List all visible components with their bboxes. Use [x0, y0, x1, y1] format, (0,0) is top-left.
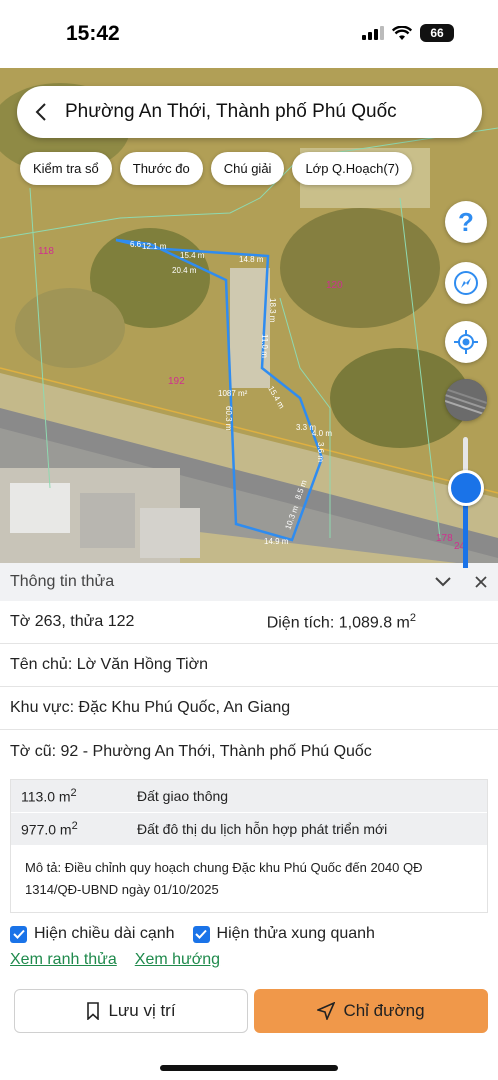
map-tool-chips: Kiểm tra sổ Thước đo Chú giải Lớp Q.Hoạc…: [20, 152, 413, 185]
sheet-parcel: Tờ 263, thửa 122: [10, 613, 135, 630]
wifi-icon: [392, 25, 412, 40]
compass-button[interactable]: [445, 262, 487, 304]
parcel-info-panel: Thông tin thửa Tờ 263, thửa 122 Diện tíc…: [0, 563, 498, 1080]
help-icon: ?: [458, 209, 474, 235]
parcel-number-right: 120: [326, 280, 343, 291]
edge-label: 14.8 m: [239, 255, 264, 264]
panel-title: Thông tin thửa: [10, 573, 115, 590]
save-location-button[interactable]: Lưu vị trí: [14, 989, 248, 1033]
view-direction-link[interactable]: Xem hướng: [135, 951, 220, 969]
satellite-map: 118 120 192 178 24 6.6 12.1 m 15.4 m 14.…: [0, 68, 498, 568]
show-edge-length-option[interactable]: Hiện chiều dài cạnh: [10, 925, 175, 943]
location-title: Phường An Thới, Thành phố Phú Quốc: [65, 101, 397, 122]
search-bar[interactable]: Phường An Thới, Thành phố Phú Quốc: [17, 86, 482, 138]
chip-legend[interactable]: Chú giải: [210, 152, 285, 185]
old-sheet: Tờ cũ: 92 - Phường An Thới, Thành phố Ph…: [10, 742, 372, 760]
land-use-table: 113.0 m2 Đất giao thông 977.0 m2 Đất đô …: [10, 779, 488, 913]
directions-button[interactable]: Chỉ đường: [254, 989, 488, 1033]
land-use-type: Đất giao thông: [137, 788, 229, 804]
help-button[interactable]: ?: [445, 201, 487, 243]
edge-label: 12.1 m: [142, 242, 167, 251]
area-label: 1087 m²: [218, 389, 248, 398]
edge-label: 11.0 m: [260, 334, 269, 358]
layer-button[interactable]: [445, 379, 487, 421]
owner-row: Tên chủ: Lờ Văn Hồng Tiờn: [0, 644, 498, 687]
save-location-label: Lưu vị trí: [108, 1001, 176, 1020]
panel-header: Thông tin thửa: [0, 563, 498, 601]
chevron-left-icon: [35, 103, 46, 121]
opacity-slider-handle[interactable]: [448, 470, 484, 506]
directions-label: Chỉ đường: [343, 1001, 425, 1020]
show-edge-length-label: Hiện chiều dài cạnh: [34, 925, 175, 942]
battery-icon: 66: [420, 24, 454, 42]
checkbox-checked-icon[interactable]: [192, 925, 210, 943]
svg-text:?: ?: [458, 209, 474, 235]
land-use-type: Đất đô thị du lịch hỗn hợp phát triển mớ…: [137, 821, 388, 837]
edge-label: 20.4 m: [172, 266, 197, 275]
view-boundary-link[interactable]: Xem ranh thửa: [10, 951, 117, 969]
bookmark-icon: [87, 1002, 100, 1020]
land-use-row: 977.0 m2 Đất đô thị du lịch hỗn hợp phát…: [11, 813, 487, 846]
chip-planning-layers[interactable]: Lớp Q.Hoạch(7): [292, 152, 413, 185]
locate-icon: [454, 330, 478, 354]
show-neighbors-option[interactable]: Hiện thửa xung quanh: [192, 925, 375, 943]
status-icons: 66: [362, 24, 454, 42]
locate-button[interactable]: [445, 321, 487, 363]
parcel-number-left: 118: [38, 246, 54, 257]
parcel-area: Diện tích: 1,089.8 m2: [266, 611, 416, 632]
chevron-down-icon[interactable]: [434, 576, 452, 588]
land-use-row: 113.0 m2 Đất giao thông: [11, 780, 487, 813]
old-sheet-row: Tờ cũ: 92 - Phường An Thới, Thành phố Ph…: [0, 730, 498, 773]
region: Khu vực: Đặc Khu Phú Quốc, An Giang: [10, 699, 291, 716]
checkbox-checked-icon[interactable]: [10, 925, 27, 943]
status-bar: 15:42 66: [0, 0, 498, 68]
home-indicator[interactable]: [160, 1065, 338, 1071]
layer-icon: [445, 379, 487, 421]
edge-label: 14.9 m: [264, 537, 289, 546]
land-use-area: 977.0 m2: [21, 820, 78, 838]
panel-links: Xem ranh thửa Xem hướng: [0, 943, 498, 969]
parcel-number-middle: 192: [168, 376, 185, 387]
send-icon: [317, 1002, 336, 1020]
map-view[interactable]: 118 120 192 178 24 6.6 12.1 m 15.4 m 14.…: [0, 68, 498, 568]
edge-label: 60.3 m: [224, 406, 233, 431]
owner-name: Tên chủ: Lờ Văn Hồng Tiờn: [10, 656, 208, 673]
chip-ruler[interactable]: Thước đo: [119, 152, 203, 185]
edge-label: 18.3 m: [268, 298, 277, 323]
status-time: 15:42: [66, 22, 120, 45]
parcel-id-row: Tờ 263, thửa 122 Diện tích: 1,089.8 m2: [0, 601, 498, 644]
signal-icon: [362, 26, 384, 40]
show-neighbors-label: Hiện thửa xung quanh: [216, 925, 375, 942]
edge-label: 6.6: [130, 240, 142, 249]
chip-check-certificate[interactable]: Kiểm tra sổ: [20, 152, 112, 185]
land-use-area: 113.0 m2: [21, 787, 77, 805]
compass-icon: [454, 271, 478, 295]
edge-label: 3.6 m: [316, 442, 325, 462]
planning-description: Mô tả: Điều chỉnh quy hoạch chung Đặc kh…: [11, 846, 487, 912]
edge-label: 4.0 m: [312, 429, 332, 438]
edge-label: 15.4 m: [180, 251, 205, 260]
panel-actions: Lưu vị trí Chỉ đường: [0, 969, 498, 1033]
region-row: Khu vực: Đặc Khu Phú Quốc, An Giang: [0, 687, 498, 730]
close-icon[interactable]: [474, 575, 488, 589]
display-options: Hiện chiều dài cạnh Hiện thửa xung quanh: [0, 913, 498, 943]
parcel-number-bottom-1: 178: [436, 533, 453, 544]
back-button[interactable]: [17, 86, 65, 138]
